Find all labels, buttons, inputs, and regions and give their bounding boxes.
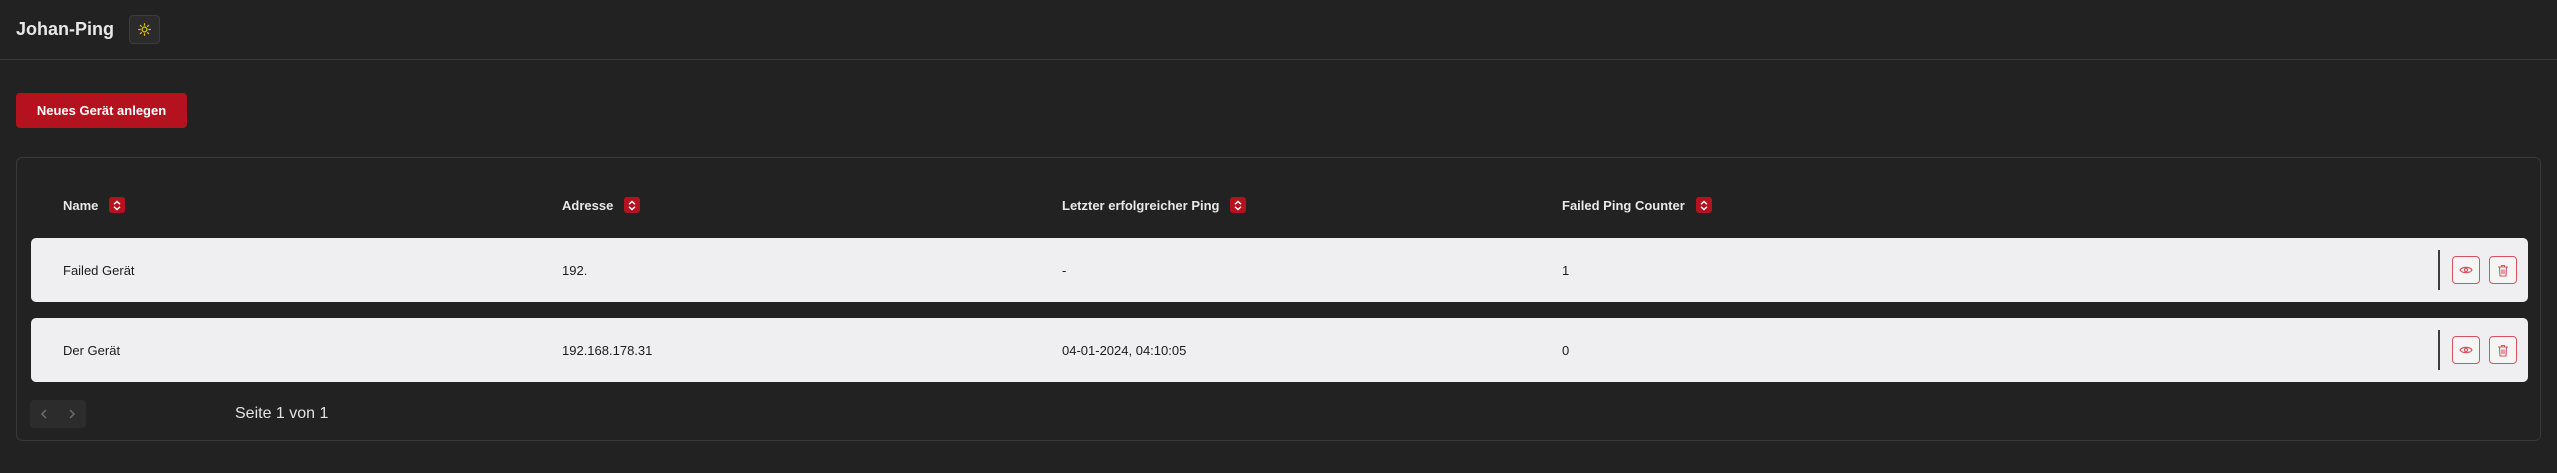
sort-icon[interactable]: [1230, 197, 1247, 213]
cell-last-ping: 04-01-2024, 04:10:05: [1062, 342, 1187, 358]
cell-address: 192.: [562, 262, 588, 278]
eye-icon: [2459, 265, 2473, 275]
cell-name: Der Gerät: [63, 342, 121, 358]
column-header-label: Failed Ping Counter: [1562, 197, 1685, 213]
column-header-address[interactable]: Adresse: [562, 196, 641, 214]
column-header-label: Name: [63, 197, 99, 213]
app-title: Johan-Ping: [16, 19, 114, 39]
cell-failed-counter: 0: [1562, 342, 1570, 358]
view-button[interactable]: [2452, 256, 2480, 284]
column-header-name[interactable]: Name: [63, 196, 126, 214]
next-page-button[interactable]: [58, 400, 86, 428]
view-button[interactable]: [2452, 336, 2480, 364]
column-header-last-ping[interactable]: Letzter erfolgreicher Ping: [1062, 196, 1247, 214]
theme-toggle-button[interactable]: [129, 15, 160, 44]
cell-last-ping: -: [1062, 262, 1067, 278]
cell-name: Failed Gerät: [63, 262, 135, 278]
sun-icon: [138, 23, 151, 36]
table-row[interactable]: Failed Gerät 192. - 1: [31, 238, 2528, 302]
top-bar: Johan-Ping: [0, 0, 2557, 60]
column-header-failed-counter[interactable]: Failed Ping Counter: [1562, 196, 1712, 214]
eye-icon: [2459, 345, 2473, 355]
previous-page-button[interactable]: [30, 400, 58, 428]
table-row[interactable]: Der Gerät 192.168.178.31 04-01-2024, 04:…: [31, 318, 2528, 382]
sort-icon[interactable]: [1695, 197, 1712, 213]
sort-icon[interactable]: [624, 197, 641, 213]
page-info: Seite 1 von 1: [235, 405, 329, 422]
trash-icon: [2497, 264, 2509, 277]
delete-button[interactable]: [2489, 336, 2517, 364]
trash-icon: [2497, 344, 2509, 357]
actions-divider: [2438, 330, 2440, 370]
cell-address: 192.168.178.31: [562, 342, 653, 358]
chevron-left-icon: [40, 409, 48, 419]
actions-divider: [2438, 250, 2440, 290]
new-device-button[interactable]: Neues Gerät anlegen: [16, 93, 187, 128]
column-header-label: Letzter erfolgreicher Ping: [1062, 197, 1220, 213]
column-header-label: Adresse: [562, 197, 614, 213]
pagination-controls: [30, 400, 86, 428]
cell-failed-counter: 1: [1562, 262, 1570, 278]
delete-button[interactable]: [2489, 256, 2517, 284]
chevron-right-icon: [68, 409, 76, 419]
sort-icon[interactable]: [109, 197, 126, 213]
